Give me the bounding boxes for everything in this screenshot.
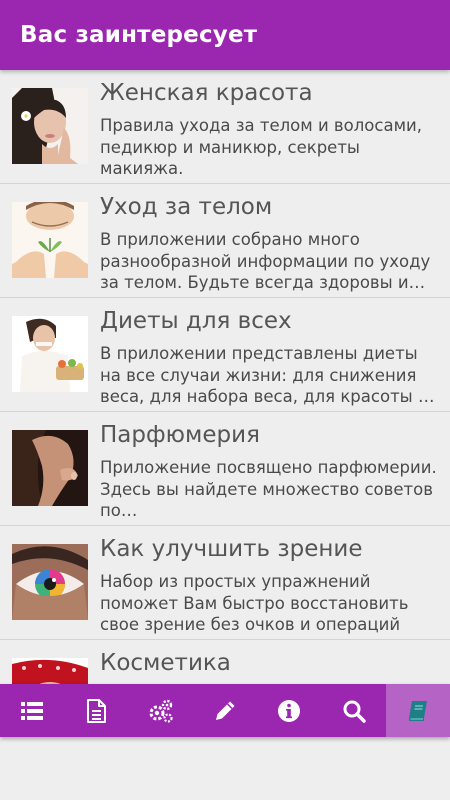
diet-photo (12, 316, 88, 392)
nav-document-button[interactable] (64, 684, 128, 737)
pencil-icon (215, 701, 235, 720)
nav-catalog-button[interactable] (385, 684, 450, 737)
list-item[interactable]: Уход за телом В приложении собрано много… (0, 184, 450, 298)
item-title: Диеты для всех (100, 308, 292, 334)
app-bar-title: Вас заинтересует (20, 22, 258, 48)
nav-search-button[interactable] (321, 684, 385, 737)
bottom-navigation (0, 684, 450, 737)
document-icon (87, 698, 107, 723)
cosmetics-photo (12, 658, 88, 684)
item-description: В приложении представлены диеты на все с… (100, 344, 435, 406)
nav-info-button[interactable] (257, 684, 321, 737)
list-item[interactable]: Как улучшить зрение Набор из простых упр… (0, 526, 450, 640)
nav-list-button[interactable] (0, 684, 64, 737)
nav-edit-button[interactable] (193, 684, 257, 737)
item-title: Уход за телом (100, 194, 273, 220)
item-title: Женская красота (100, 80, 313, 106)
gears-icon (149, 699, 173, 723)
body-care-photo (12, 202, 88, 278)
item-description: В приложении собрано много разнообразной… (100, 230, 431, 292)
list-item[interactable]: Диеты для всех В приложении представлены… (0, 298, 450, 412)
app-bar: Вас заинтересует (0, 0, 450, 70)
search-icon (343, 700, 366, 723)
item-title: Парфюмерия (100, 422, 260, 448)
eye-photo (12, 544, 88, 620)
nav-settings-button[interactable] (129, 684, 193, 737)
item-title: Косметика (100, 650, 231, 676)
list-item[interactable]: Женская красота Правила ухода за телом и… (0, 70, 450, 184)
woman-beauty-photo (12, 88, 88, 164)
list-item[interactable]: Косметика (0, 640, 450, 684)
perfume-photo (12, 430, 88, 506)
item-description: Приложение посвящено парфюмерии. Здесь в… (100, 458, 437, 520)
book-icon (408, 700, 427, 721)
info-icon (278, 699, 301, 722)
item-description: Набор из простых упражнений поможет Вам … (100, 572, 409, 634)
item-title: Как улучшить зрение (100, 536, 363, 562)
app-list[interactable]: Женская красота Правила ухода за телом и… (0, 70, 450, 684)
item-description: Правила ухода за телом и волосами, педик… (100, 116, 422, 178)
list-item[interactable]: Парфюмерия Приложение посвящено парфюмер… (0, 412, 450, 526)
list-icon (21, 701, 44, 720)
